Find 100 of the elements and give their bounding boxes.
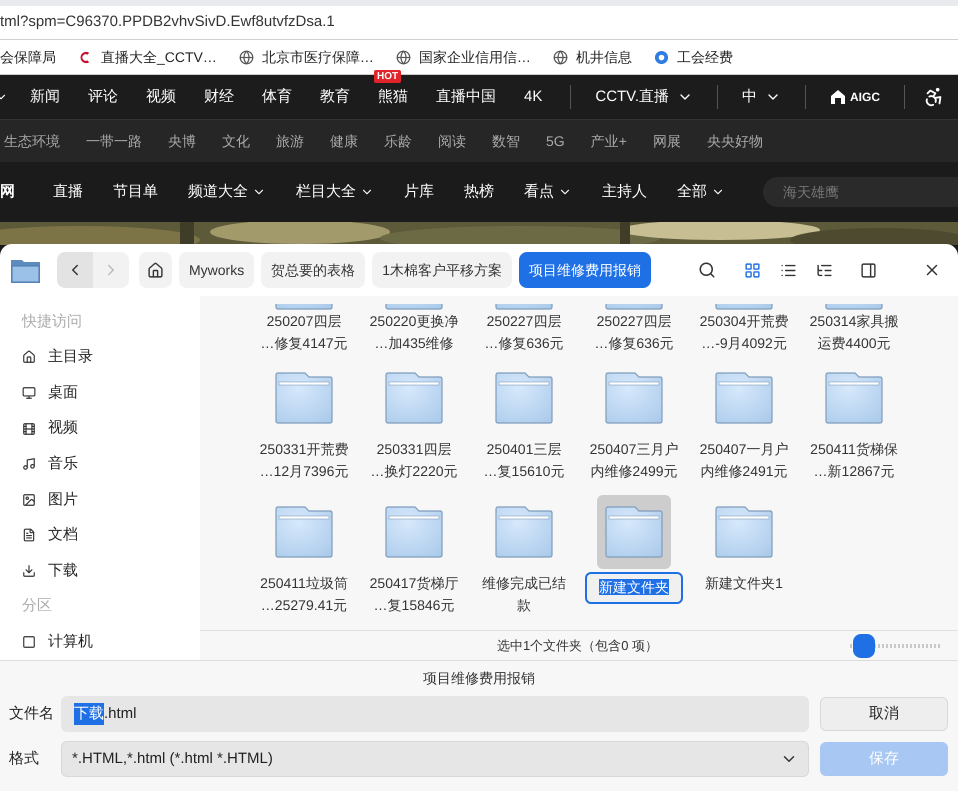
- language-menu[interactable]: 中: [742, 86, 781, 108]
- folder-name[interactable]: 250220更换净 …加435维修: [370, 310, 458, 354]
- bookmark[interactable]: 国家企业信用信…: [396, 46, 531, 68]
- topic-link[interactable]: 旅游: [276, 130, 304, 152]
- house-logo-icon: [830, 89, 846, 105]
- nav-link[interactable]: 熊猫: [378, 88, 408, 105]
- folder-name[interactable]: 250411垃圾筒 …25279.41元: [260, 572, 348, 616]
- site-logo-text[interactable]: 网: [0, 180, 15, 204]
- nav-link[interactable]: 教育: [320, 88, 350, 105]
- bookmark[interactable]: 工会经费: [654, 46, 733, 68]
- side-panel-icon[interactable]: [860, 262, 877, 278]
- download-icon: [22, 564, 36, 578]
- breadcrumb[interactable]: 贺总要的表格: [261, 252, 366, 288]
- folder-name[interactable]: 250407一月户 内维修2491元: [700, 438, 788, 482]
- sidebar-item[interactable]: 文档: [22, 518, 200, 554]
- sidebar-item[interactable]: 音乐: [22, 446, 200, 482]
- folder-tile[interactable]: [597, 495, 671, 569]
- bookmark[interactable]: 机井信息: [552, 46, 632, 68]
- live-menu[interactable]: CCTV.直播: [595, 86, 693, 108]
- home-icon: [147, 262, 164, 278]
- topic-link[interactable]: 一带一路: [86, 130, 142, 152]
- folder-name[interactable]: 250227四层 …修复636元: [484, 310, 564, 354]
- topic-link[interactable]: 产业+: [590, 130, 627, 152]
- globe-icon: [238, 50, 254, 64]
- folder-name[interactable]: 250331开荒费 …12月7396元: [260, 438, 348, 482]
- channel-link[interactable]: 片库: [404, 180, 434, 204]
- status-text: 选中1个文件夹（包含0 项）: [497, 636, 658, 655]
- topic-link[interactable]: 文化: [222, 130, 250, 152]
- globe-icon: [396, 50, 411, 64]
- topic-link[interactable]: 数智: [492, 130, 520, 152]
- sidebar-item[interactable]: 主目录: [22, 340, 200, 376]
- folder-icon: [825, 372, 883, 424]
- grid-view-icon[interactable]: [744, 262, 761, 278]
- folder-name[interactable]: 250207四层 …修复4147元: [260, 310, 348, 354]
- channel-link[interactable]: 主持人: [602, 180, 647, 204]
- folder-name[interactable]: 250227四层 …修复636元: [594, 310, 674, 354]
- back-button[interactable]: [57, 252, 93, 288]
- folder-name[interactable]: 新建文件夹1: [705, 572, 783, 594]
- rename-field[interactable]: 新建文件夹: [585, 572, 683, 604]
- breadcrumb[interactable]: Myworks: [179, 252, 254, 288]
- channel-link[interactable]: 全部: [677, 180, 725, 204]
- breadcrumb[interactable]: 1木棉客户平移方案: [372, 252, 512, 288]
- channel-link[interactable]: 看点: [524, 180, 572, 204]
- bookmark[interactable]: 北京市医疗保障…: [238, 46, 374, 68]
- field-label: 格式: [9, 748, 40, 769]
- folder-name[interactable]: 250331四层 …换灯2220元: [370, 438, 458, 482]
- folder-icon: [495, 372, 553, 424]
- music-note-icon: [22, 457, 36, 472]
- channel-link[interactable]: 直播: [53, 180, 83, 204]
- channel-link[interactable]: 热榜: [464, 180, 494, 204]
- breadcrumb[interactable]: 项目维修费用报销: [519, 252, 652, 288]
- folder-name[interactable]: 250417货梯厅 …复15846元: [370, 572, 458, 616]
- topic-link[interactable]: 生态环境: [4, 130, 60, 152]
- nav-link[interactable]: 直播中国: [436, 88, 496, 105]
- topic-link[interactable]: 网展: [652, 130, 681, 152]
- channel-link[interactable]: 栏目大全: [296, 180, 374, 204]
- globe-icon: [552, 50, 568, 64]
- topic-link[interactable]: 乐龄: [384, 130, 412, 152]
- ring-logo-icon: [654, 50, 669, 64]
- nav-link[interactable]: 新闻: [30, 88, 60, 105]
- sidebar-item[interactable]: 计算机: [22, 624, 200, 660]
- folder-name[interactable]: 维修完成已结 款: [482, 572, 566, 616]
- nav-link[interactable]: 体育: [262, 88, 292, 105]
- format-dropdown[interactable]: *.HTML,*.html (*.html *.HTML): [61, 741, 809, 777]
- filename-field[interactable]: 下载.html: [61, 696, 809, 732]
- sidebar-item[interactable]: 视频: [22, 410, 200, 446]
- channel-link[interactable]: 频道大全: [188, 180, 266, 204]
- hot-badge: HOT: [374, 70, 402, 83]
- topic-link[interactable]: 央博: [168, 130, 196, 152]
- folder-name[interactable]: 250407三月户 内维修2499元: [590, 438, 678, 482]
- channel-link[interactable]: 节目单: [113, 180, 158, 204]
- folder-name[interactable]: 250314家具搬 运费4400元: [810, 310, 898, 354]
- folder-icon: [715, 506, 773, 558]
- nav-link[interactable]: 视频: [146, 88, 176, 105]
- cancel-button[interactable]: 取消: [820, 697, 948, 731]
- folder-icon: [275, 372, 333, 424]
- zoom-slider[interactable]: [850, 634, 940, 658]
- folder-icon: [605, 372, 663, 424]
- bookmark[interactable]: 直播大全_CCTV…: [78, 46, 217, 68]
- section-header: 快捷访问: [22, 312, 82, 332]
- square-icon: [22, 635, 36, 650]
- bookmark[interactable]: 会保障局: [0, 46, 56, 68]
- topic-link[interactable]: 央央好物: [706, 130, 763, 152]
- nav-link[interactable]: 财经: [204, 88, 234, 105]
- aigc-logo[interactable]: AIGC: [830, 88, 880, 106]
- topic-link[interactable]: 阅读: [438, 130, 466, 152]
- folder-name[interactable]: 250411货梯保 …新12867元: [810, 438, 898, 482]
- home-button[interactable]: [139, 252, 172, 288]
- folder-icon: [605, 506, 663, 558]
- folder-name[interactable]: 250401三层 …复15610元: [484, 438, 564, 482]
- sidebar-item[interactable]: 图片: [22, 482, 200, 518]
- folder-name[interactable]: 250304开荒费 …-9月4092元: [700, 310, 788, 354]
- nav-link[interactable]: 评论: [88, 88, 118, 105]
- topic-link[interactable]: 5G: [546, 130, 565, 152]
- sidebar-item[interactable]: 桌面: [22, 375, 200, 411]
- topic-link[interactable]: 健康: [330, 130, 358, 152]
- folder-icon: [275, 506, 333, 558]
- sidebar-item[interactable]: 下载: [22, 553, 200, 589]
- nav-link[interactable]: 4K: [524, 88, 542, 105]
- search-icon[interactable]: [698, 261, 716, 279]
